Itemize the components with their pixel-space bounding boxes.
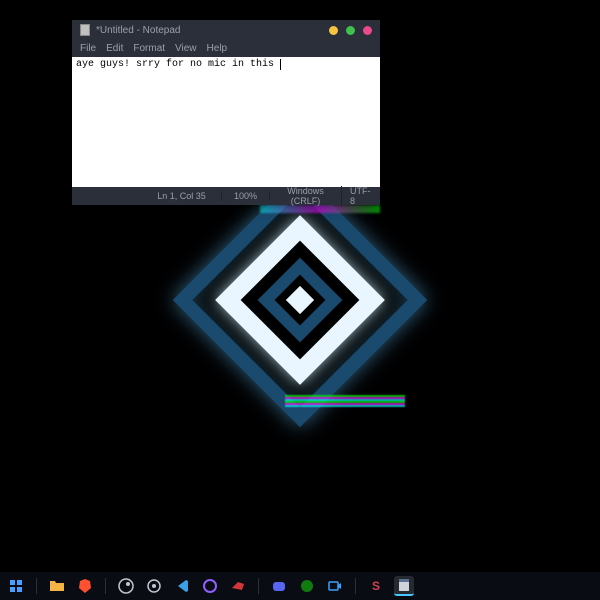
- screen-recorder-icon[interactable]: [325, 576, 345, 596]
- menu-file[interactable]: File: [80, 43, 96, 54]
- vscode-icon[interactable]: [172, 576, 192, 596]
- menubar: File Edit Format View Help: [72, 40, 380, 57]
- taskbar-separator: [355, 578, 356, 594]
- app-purple-icon[interactable]: [200, 576, 220, 596]
- brave-browser-icon[interactable]: [75, 576, 95, 596]
- taskbar-separator: [258, 578, 259, 594]
- editor-content: aye guys! srry for no mic in this: [76, 59, 280, 70]
- notepad-taskbar-icon[interactable]: [394, 576, 414, 596]
- start-button[interactable]: [6, 576, 26, 596]
- notepad-icon: [80, 24, 90, 36]
- steam-icon[interactable]: [116, 576, 136, 596]
- menu-edit[interactable]: Edit: [106, 43, 123, 54]
- riot-games-icon[interactable]: [228, 576, 248, 596]
- taskbar[interactable]: S: [0, 572, 600, 600]
- text-cursor: [280, 59, 281, 70]
- close-button[interactable]: [363, 26, 372, 35]
- menu-view[interactable]: View: [175, 43, 197, 54]
- encoding: UTF-8: [342, 186, 380, 206]
- text-editor[interactable]: aye guys! srry for no mic in this: [72, 57, 380, 187]
- epic-games-icon[interactable]: [144, 576, 164, 596]
- app-s-icon[interactable]: S: [366, 576, 386, 596]
- menu-format[interactable]: Format: [133, 43, 165, 54]
- discord-icon[interactable]: [269, 576, 289, 596]
- decorative-glitch: [285, 395, 405, 407]
- desktop-background: *Untitled - Notepad File Edit Format Vie…: [0, 0, 600, 600]
- minimize-button[interactable]: [329, 26, 338, 35]
- taskbar-separator: [105, 578, 106, 594]
- window-title: *Untitled - Notepad: [96, 25, 181, 36]
- line-ending: Windows (CRLF): [270, 186, 342, 206]
- maximize-button[interactable]: [346, 26, 355, 35]
- xbox-icon[interactable]: [297, 576, 317, 596]
- notepad-window[interactable]: *Untitled - Notepad File Edit Format Vie…: [72, 20, 380, 205]
- menu-help[interactable]: Help: [207, 43, 228, 54]
- decorative-glitch: [260, 205, 380, 213]
- cursor-position: Ln 1, Col 35: [142, 191, 222, 201]
- file-explorer-icon[interactable]: [47, 576, 67, 596]
- taskbar-separator: [36, 578, 37, 594]
- titlebar[interactable]: *Untitled - Notepad: [72, 20, 380, 40]
- statusbar: Ln 1, Col 35 100% Windows (CRLF) UTF-8: [72, 187, 380, 205]
- zoom-level: 100%: [222, 191, 270, 201]
